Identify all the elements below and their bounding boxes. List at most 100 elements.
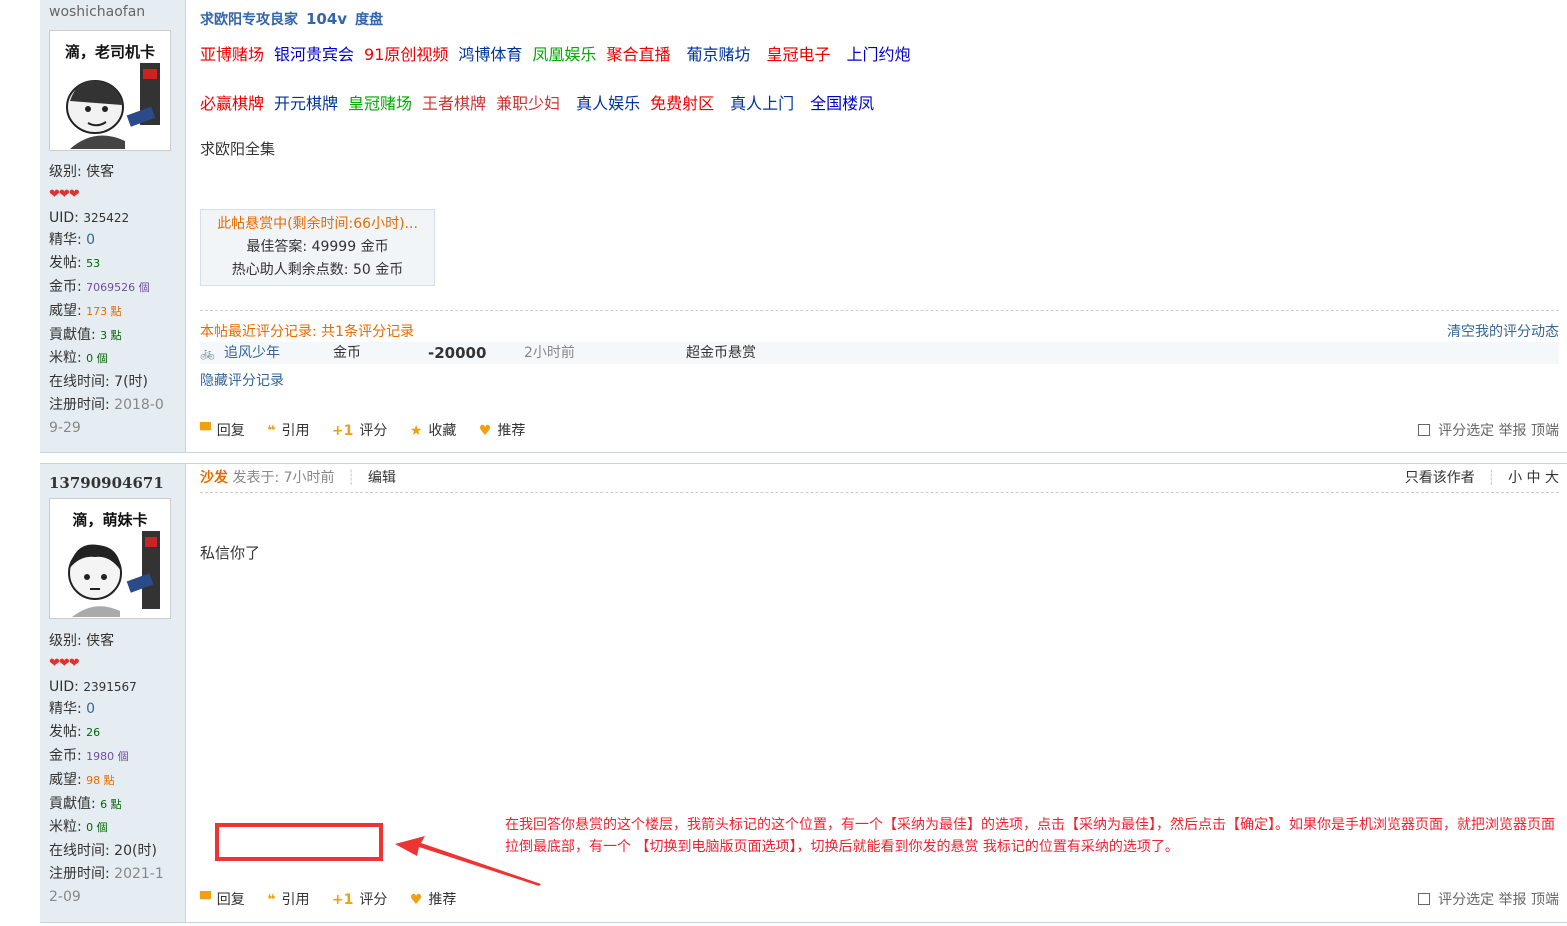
post-actions: ▀ 回复 ❝ 引用 +1 评分 ★ 收藏 ♥ 推荐 评分选定 举报 顶端 [200, 420, 1559, 442]
font-size-links[interactable]: 小 中 大 [1508, 470, 1559, 486]
uid-value: 2391567 [83, 679, 137, 694]
avatar-cartoon-icon [68, 531, 160, 617]
author-sidebar: 13790904671 滴，萌妹卡 级别: 侠客 ❤❤❤ UID: 239156… [40, 464, 186, 922]
user-avatar-icon: 🚲 [200, 346, 215, 360]
ad-link[interactable]: 皇冠赌场 [348, 94, 412, 113]
level-hearts-icon: ❤❤❤ [49, 655, 80, 671]
ad-link[interactable]: 全国楼凤 [810, 94, 874, 113]
clear-rating-link[interactable]: 清空我的评分动态 [1447, 321, 1559, 341]
online-value: 7(时) [114, 374, 149, 391]
bounty-box: 此帖悬赏中(剩余时间:66小时)... 最佳答案: 49999 金币 热心助人剩… [200, 209, 435, 286]
author-sidebar: woshichaofan 滴，老司机卡 级别: 侠客 ❤❤❤ UID: 3254… [40, 0, 186, 452]
ad-link[interactable]: 免费射区 [650, 94, 714, 113]
post-actions: ▀ 回复 ❝ 引用 +1 评分 ♥ 推荐 评分选定 举报 顶端 [200, 889, 1559, 911]
ad-link[interactable]: 王者棋牌 [422, 94, 486, 113]
quote-icon: ❝ [267, 423, 276, 439]
prestige-value: 173 點 [86, 304, 122, 318]
author-name[interactable]: 13790904671 [49, 474, 164, 492]
recommend-button[interactable]: ♥ 推荐 [479, 420, 526, 442]
rice-value: 0 個 [86, 352, 108, 366]
post-body: 私信你了 [200, 544, 261, 562]
ad-link[interactable]: 皇冠电子 [766, 45, 830, 64]
ad-link[interactable]: 91原创视频 [364, 45, 448, 64]
rate-button[interactable]: +1 评分 [332, 420, 387, 442]
posts-value[interactable]: 53 [86, 257, 100, 270]
favorite-button[interactable]: ★ 收藏 [410, 420, 457, 442]
star-icon: ★ [409, 423, 423, 439]
ad-link[interactable]: 真人娱乐 [576, 94, 640, 113]
level-value: 侠客 [86, 164, 115, 180]
select-checkbox[interactable] [1418, 893, 1431, 905]
only-author-link[interactable]: 只看该作者 [1405, 470, 1475, 486]
ad-link[interactable]: 兼职少妇 [496, 94, 560, 113]
heart-icon: ♥ [409, 892, 423, 908]
level-value: 侠客 [86, 633, 115, 649]
ad-link[interactable]: 葡京赌坊 [686, 45, 750, 64]
gold-value: 7069526 個 [86, 280, 150, 294]
reply-icon: ▀ [200, 423, 211, 439]
contrib-value: 6 點 [100, 797, 122, 811]
ad-link[interactable]: 鸿博体育 [458, 45, 522, 64]
annotation-note: 在我回答你悬赏的这个楼层，我箭头标记的这个位置，有一个【采纳为最佳】的选项，点击… [505, 817, 1555, 855]
gold-value: 1980 個 [86, 749, 129, 763]
post-meta-bar: 沙发 发表于: 7小时前 ┊ 编辑 只看该作者 ┊ 小 中 大 [200, 468, 1559, 493]
ad-links-row-1: 亚博赌场 银河贵宾会 91原创视频 鸿博体育 凤凰娱乐 聚合直播 葡京赌坊 皇冠电子 上门约炮 [200, 41, 921, 65]
ad-link[interactable]: 凤凰娱乐 [532, 45, 596, 64]
ad-link[interactable]: 聚合直播 [606, 45, 670, 64]
reg-value: 2021-1 [114, 865, 164, 882]
plus-one-icon: +1 [331, 892, 354, 908]
select-checkbox[interactable] [1418, 424, 1431, 436]
post-time: 发表于: 7小时前 [232, 470, 335, 486]
author-stats: 级别: 侠客 ❤❤❤ UID: 2391567 精华: 0 发帖: 26 金币:… [49, 630, 184, 909]
plus-one-icon: +1 [331, 423, 354, 439]
rate-button[interactable]: +1 评分 [332, 889, 387, 911]
uid-value: 325422 [83, 210, 130, 225]
ad-link[interactable]: 必赢棋牌 [200, 94, 264, 113]
avatar[interactable]: 滴，萌妹卡 [49, 498, 171, 619]
rating-row: 🚲 追风少年 金币 -20000 2小时前 超金币悬赏 [200, 342, 1559, 364]
post-body: 求欧阳全集 [200, 140, 276, 158]
reg-value: 2018-0 [114, 396, 164, 413]
ad-link[interactable]: 真人上门 [730, 94, 794, 113]
elite-value[interactable]: 0 [86, 232, 95, 248]
heart-icon: ♥ [478, 423, 492, 439]
online-value: 20(时) [114, 843, 157, 860]
quote-icon: ❝ [267, 892, 276, 908]
rice-value: 0 個 [86, 821, 108, 835]
reply-icon: ▀ [200, 892, 211, 908]
ad-link[interactable]: 亚博赌场 [200, 45, 264, 64]
edit-link[interactable]: 编辑 [368, 470, 396, 486]
rating-header: 本帖最近评分记录: 共1条评分记录 清空我的评分动态 [200, 321, 1559, 341]
post-tools[interactable]: 评分选定 举报 顶端 [1418, 420, 1559, 442]
divider [200, 310, 1559, 311]
level-hearts-icon: ❤❤❤ [49, 186, 80, 202]
avatar-caption: 滴，萌妹卡 [72, 511, 148, 529]
post-content: 求欧阳专攻良家 104v 度盘 亚博赌场 银河贵宾会 91原创视频 鸿博体育 凤凰娱乐 聚合直… [200, 0, 1559, 452]
prestige-value: 98 點 [86, 773, 115, 787]
posts-value[interactable]: 26 [86, 726, 100, 739]
thread-title: 求欧阳专攻良家 104v 度盘 [200, 10, 384, 28]
ad-link[interactable]: 开元棋牌 [274, 94, 338, 113]
meta-right: 只看该作者 ┊ 小 中 大 [1404, 470, 1559, 486]
ad-link[interactable]: 银河贵宾会 [274, 45, 354, 64]
elite-value[interactable]: 0 [86, 701, 95, 717]
hide-rating-link[interactable]: 隐藏评分记录 [200, 370, 284, 390]
post-1: woshichaofan 滴，老司机卡 级别: 侠客 ❤❤❤ UID: 3254… [40, 0, 1567, 453]
rating-user-link[interactable]: 追风少年 [224, 342, 280, 364]
bounty-header: 此帖悬赏中(剩余时间:66小时)... [217, 216, 418, 232]
ad-links-row-2: 必赢棋牌 开元棋牌 皇冠赌场 王者棋牌 兼职少妇 真人娱乐 免费射区 真人上门 全国楼凤 [200, 90, 884, 114]
avatar-caption: 滴，老司机卡 [64, 43, 155, 61]
avatar[interactable]: 滴，老司机卡 [49, 30, 171, 151]
reply-button[interactable]: ▀ 回复 [200, 889, 245, 911]
recommend-button[interactable]: ♥ 推荐 [410, 889, 457, 911]
author-name[interactable]: woshichaofan [49, 4, 145, 20]
post-tools[interactable]: 评分选定 举报 顶端 [1418, 889, 1559, 911]
ad-link[interactable]: 上门约炮 [846, 45, 910, 64]
floor-label: 沙发 [200, 470, 228, 486]
bounty-best-answer: 最佳答案: 49999 金币 [246, 239, 389, 255]
quote-button[interactable]: ❝ 引用 [267, 420, 309, 442]
contrib-value: 3 點 [100, 328, 122, 342]
author-stats: 级别: 侠客 ❤❤❤ UID: 325422 精华: 0 发帖: 53 金币: … [49, 161, 184, 440]
quote-button[interactable]: ❝ 引用 [267, 889, 309, 911]
reply-button[interactable]: ▀ 回复 [200, 420, 245, 442]
